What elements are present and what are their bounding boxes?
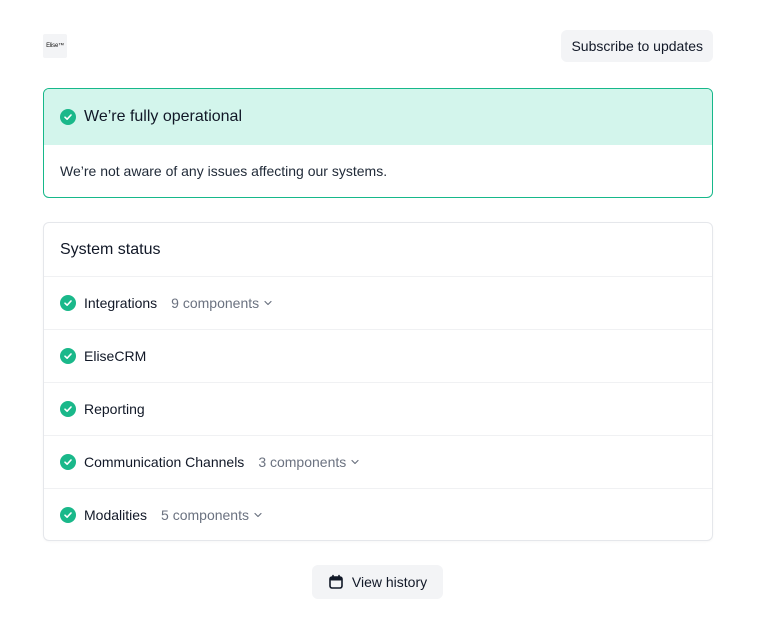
component-name: EliseCRM [84, 348, 147, 364]
logo[interactable]: Elise™ [43, 34, 67, 58]
component-row-elisecrm: EliseCRM [44, 330, 712, 383]
component-count-toggle[interactable]: 9 components [171, 295, 273, 311]
check-circle-icon [60, 401, 76, 417]
check-circle-icon [60, 507, 76, 523]
view-history-button[interactable]: View history [312, 565, 443, 599]
logo-text: Elise™ [46, 43, 64, 49]
component-count-label: 3 components [258, 454, 347, 470]
chevron-down-icon [253, 507, 263, 523]
check-circle-icon [60, 295, 76, 311]
chevron-down-icon [263, 295, 273, 311]
component-name: Communication Channels [84, 454, 245, 470]
check-circle-icon [60, 109, 76, 125]
calendar-icon [328, 574, 344, 590]
component-name: Integrations [84, 295, 158, 311]
system-status-card: System status Integrations 9 components … [43, 222, 713, 541]
component-count-label: 9 components [171, 295, 260, 311]
banner-title: We’re fully operational [84, 108, 243, 125]
chevron-down-icon [350, 454, 360, 470]
component-row-reporting: Reporting [44, 383, 712, 436]
banner-message: We’re not aware of any issues affecting … [60, 163, 388, 179]
component-count-toggle[interactable]: 5 components [161, 507, 263, 523]
subscribe-button[interactable]: Subscribe to updates [561, 30, 713, 62]
component-count-label: 5 components [161, 507, 249, 523]
component-name: Reporting [84, 401, 145, 417]
check-circle-icon [60, 348, 76, 364]
check-circle-icon [60, 454, 76, 470]
system-status-title: System status [44, 223, 712, 277]
component-row-communication-channels: Communication Channels 3 components [44, 436, 712, 489]
component-name: Modalities [84, 507, 148, 523]
header: Elise™ Subscribe to updates [43, 30, 713, 62]
view-history-label: View history [351, 574, 428, 590]
banner-header: We’re fully operational [44, 89, 712, 145]
component-row-integrations: Integrations 9 components [44, 277, 712, 330]
component-count-toggle[interactable]: 3 components [258, 454, 360, 470]
subscribe-label: Subscribe to updates [571, 38, 703, 54]
status-banner: We’re fully operational We’re not aware … [43, 88, 713, 198]
component-row-modalities: Modalities 5 components [44, 489, 712, 541]
